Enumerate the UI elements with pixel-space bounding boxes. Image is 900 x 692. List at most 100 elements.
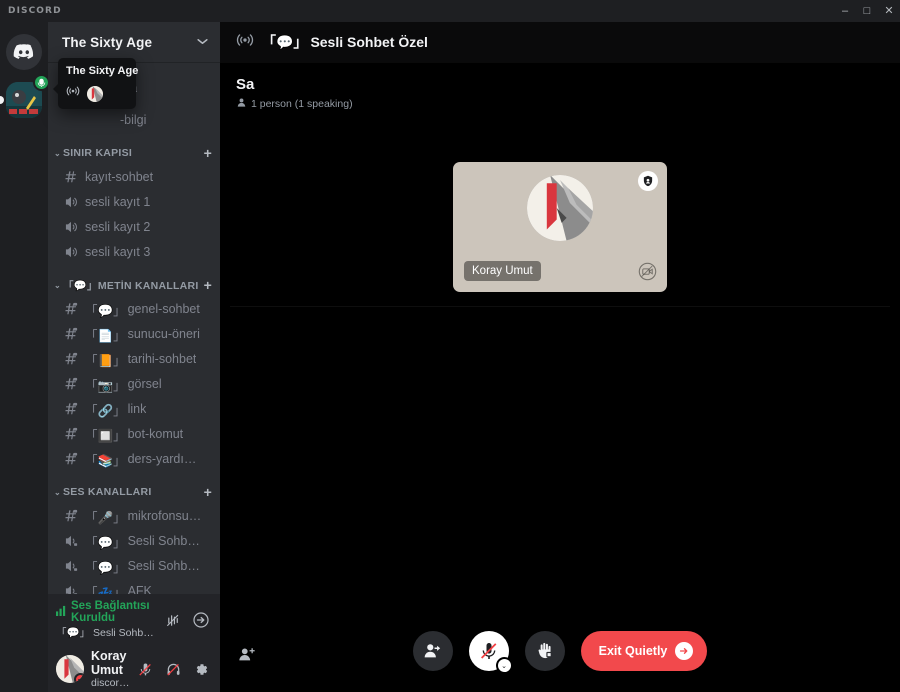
status-badge [74,673,84,683]
channel-list[interactable]: ma -bilgi ⌄ SINIR KAPISI + kayıt-sohbet [48,62,220,594]
main-content: 「💬」 Sesli Sohbet Özel Sa 1 person (1 spe… [220,22,900,692]
section-divider [230,306,890,307]
avatar[interactable] [56,655,84,683]
speaker-icon [62,220,80,234]
tooltip-voice-row [66,84,128,103]
speaker-icon [62,195,80,209]
speaker-tile[interactable]: Koray Umut [453,162,667,292]
stage-area: Sa 1 person (1 speaking) Koray Umut [220,62,900,650]
home-button[interactable] [0,28,48,76]
raise-hand-button[interactable] [524,631,565,671]
category-label: SES KANALLARI [62,486,152,498]
hash-locked-icon [62,452,80,466]
channel-label: bot-komut [127,427,184,441]
add-channel-icon[interactable]: + [204,278,212,292]
speaker-icon [62,245,80,259]
channel-emoji: 「📚」 [85,453,126,468]
disconnect-icon[interactable] [190,609,212,631]
moderator-shield-icon [638,171,658,191]
avatar [527,175,593,241]
channel-sidebar: The Sixty Age ma -bilgi ⌄ SINIR KAPISI + [48,22,220,692]
hash-locked-icon [62,509,80,523]
mic-muted-icon[interactable] [132,656,158,682]
channel-gorsel[interactable]: 「📷」 görsel [56,372,212,396]
signal-icon [56,605,67,619]
exit-quietly-button[interactable]: Exit Quietly [580,631,708,671]
channel-kayit-sohbet[interactable]: kayıt-sohbet [56,165,212,189]
channel-label: sunucu-öneri [127,327,200,341]
hash-locked-icon [62,402,80,416]
channel-label: genel-sohbet [127,302,200,316]
channel-link[interactable]: 「🔗」 link [56,397,212,421]
stage-participants: 1 person (1 speaking) [236,97,884,111]
channel-label: link [127,402,147,416]
guild-header[interactable]: The Sixty Age [48,22,220,62]
person-icon [236,97,247,111]
speaker-locked-icon [62,534,80,548]
channel-sesli-sohbet-1[interactable]: 「💬」 Sesli Sohbet 1 [56,529,212,553]
voice-status-row: Ses Bağlantısı Kuruldu [56,600,158,624]
channel-label: sesli kayıt 3 [85,245,151,259]
mic-options-chevron[interactable]: ⌄ [495,657,513,674]
voice-channel-path: 「💬」 Sesli Sohbet Özel / … [56,627,158,639]
exit-quietly-label: Exit Quietly [598,644,668,658]
channel-genel-sohbet[interactable]: 「💬」 genel-sohbet [56,297,212,321]
channel-sesli-kayit-2[interactable]: sesli kayıt 2 [56,215,212,239]
headphones-muted-icon[interactable] [160,656,186,682]
call-controls: ⌄ Exit Quietly [220,610,900,692]
caret-down-icon: ⌄ [54,148,61,158]
hash-locked-icon [62,352,80,366]
channel-ders-yardim-kanali[interactable]: 「📚」 ders-yardım-kanalı [56,447,212,471]
channel-sunucu-oneri[interactable]: 「📄」 sunucu-öneri [56,322,212,346]
channel-header-emoji: 「💬」 [262,34,308,50]
noise-suppression-icon[interactable] [162,609,184,631]
avatar [87,85,103,102]
voice-panel-actions [162,609,212,631]
stage-icon [66,84,80,103]
gear-icon[interactable] [188,656,214,682]
invite-friends-button[interactable] [412,631,453,671]
channel-afk[interactable]: 「💤」 AFK [56,579,212,594]
maximize-button[interactable]: □ [856,0,878,22]
add-channel-icon[interactable]: + [204,146,212,160]
invite-to-stage-icon[interactable] [238,646,256,669]
stage-topic: Sa [236,76,255,93]
server-icon-the-sixty-age[interactable] [0,74,50,124]
channel-label: kayıt-sohbet [85,170,154,184]
channel-sesli-kayit-1[interactable]: sesli kayıt 1 [56,190,212,214]
category-sinir-kapisi[interactable]: ⌄ SINIR KAPISI + [48,142,220,164]
channel-sesli-kayit-3[interactable]: sesli kayıt 3 [56,240,212,264]
title-bar: DISCORD – □ ✕ [0,0,900,22]
category-metin-kanallari[interactable]: ⌄ 「💬」METİN KANALLARI + [48,274,220,296]
channel-sesli-sohbet-2[interactable]: 「💬」 Sesli Sohbet 2 [56,554,212,578]
discord-home-icon [6,34,42,70]
channel-emoji: 「📄」 [85,328,126,343]
participant-count: 1 person (1 speaking) [251,98,353,110]
channel-label: Sesli Sohbet 2 [127,559,206,573]
minimize-button[interactable]: – [834,0,856,22]
channel-hidden-2[interactable]: -bilgi [56,108,212,132]
user-info[interactable]: Koray Umut discord.gg/shi… [91,649,132,689]
channel-emoji: 「📙」 [85,353,126,368]
chevron-down-icon [197,37,208,48]
channel-emoji: 「🎤」 [85,510,126,525]
close-button[interactable]: ✕ [878,0,900,22]
speaker-nameplate: Koray Umut [464,261,541,281]
discord-window: DISCORD – □ ✕ The Sixty Age -bilgi ⌄ SIN… [0,0,900,692]
channel-tarihi-sohbet[interactable]: 「📙」 tarihi-sohbet [56,347,212,371]
channel-label: AFK [127,584,152,594]
add-channel-icon[interactable]: + [204,485,212,499]
channel-label: sesli kayıt 1 [85,195,151,209]
channel-bot-komut[interactable]: 「🔲」 bot-komut [56,422,212,446]
server-active-pill [0,96,4,104]
caret-down-icon: ⌄ [54,280,61,290]
channel-header: 「💬」 Sesli Sohbet Özel [220,22,900,62]
mic-toggle-button[interactable]: ⌄ [468,631,513,674]
channel-header-title: Sesli Sohbet Özel [310,34,428,50]
window-controls: – □ ✕ [834,0,900,22]
hash-locked-icon [62,327,80,341]
voice-connection-panel: Ses Bağlantısı Kuruldu 「💬」 Sesli Sohbet … [48,594,220,646]
channel-emoji: 「💬」 [85,303,126,318]
channel-mikrofonsuz-sohbet[interactable]: 「🎤」 mikrofonsuz-sohb… [56,504,212,528]
category-ses-kanallari[interactable]: ⌄ SES KANALLARI + [48,481,220,503]
